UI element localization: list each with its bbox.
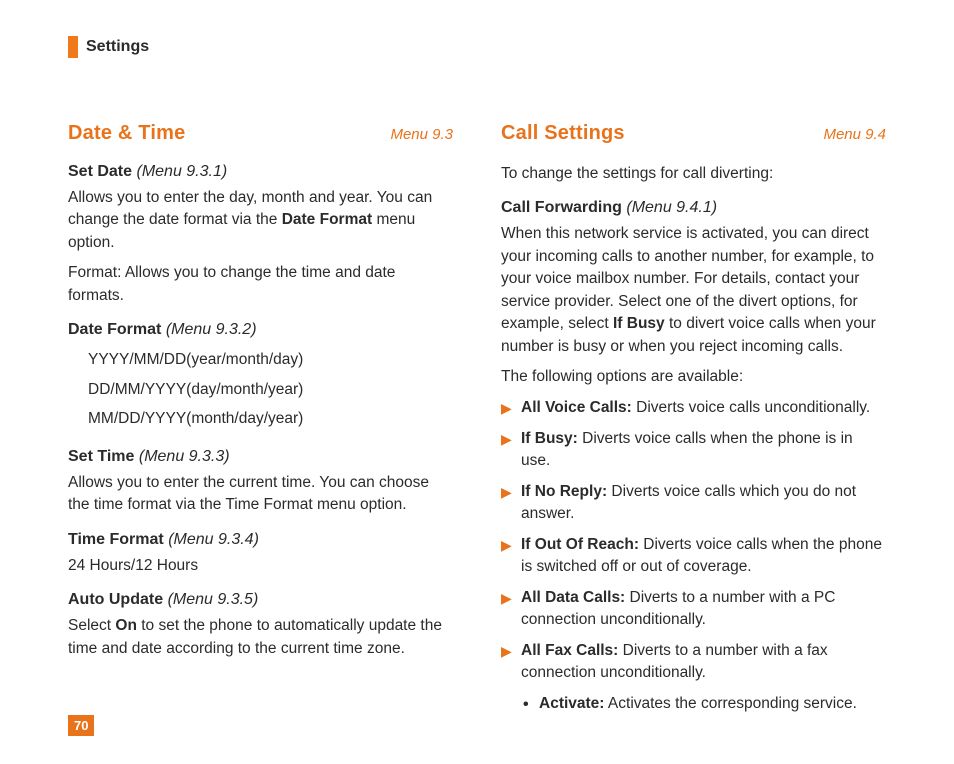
subhead-set-time: Set Time (Menu 9.3.3): [68, 448, 453, 466]
subhead-auto-update: Auto Update (Menu 9.3.5): [68, 591, 453, 609]
list-item: ▶ If Out Of Reach: Diverts voice calls w…: [501, 534, 886, 578]
list-item: ▶ All Voice Calls: Diverts voice calls u…: [501, 397, 886, 419]
section-menu-ref: Menu 9.4: [823, 126, 886, 143]
section-title: Call Settings: [501, 122, 625, 145]
subhead-date-format: Date Format (Menu 9.3.2): [68, 321, 453, 339]
sub-menu: (Menu 9.3.4): [168, 531, 259, 548]
divert-options-list: ▶ All Voice Calls: Diverts voice calls u…: [501, 397, 886, 684]
page-number: 70: [68, 715, 94, 736]
option-label: If No Reply:: [521, 483, 607, 500]
sub-title: Set Date: [68, 163, 132, 180]
paragraph: The following options are available:: [501, 366, 886, 388]
bold-text: Date Format: [282, 211, 372, 228]
list-item: ▶ All Fax Calls: Diverts to a number wit…: [501, 640, 886, 684]
section-menu-ref: Menu 9.3: [390, 126, 453, 143]
arrow-icon: ▶: [501, 399, 512, 419]
section-head-call-settings: Call Settings Menu 9.4: [501, 122, 886, 145]
paragraph: Allows you to enter the day, month and y…: [68, 187, 453, 254]
format-options: YYYY/MM/DD(year/month/day) DD/MM/YYYY(da…: [68, 345, 453, 433]
option-label: If Busy:: [521, 430, 578, 447]
sub-title: Time Format: [68, 531, 164, 548]
sub-menu: (Menu 9.3.2): [166, 321, 257, 338]
option-label: All Voice Calls:: [521, 399, 632, 416]
subhead-call-forwarding: Call Forwarding (Menu 9.4.1): [501, 199, 886, 217]
paragraph: 24 Hours/12 Hours: [68, 555, 453, 577]
option-label: If Out Of Reach:: [521, 536, 639, 553]
list-item: ▶ If Busy: Diverts voice calls when the …: [501, 428, 886, 472]
list-item: ▶ All Data Calls: Diverts to a number wi…: [501, 587, 886, 631]
list-item: ▶ If No Reply: Diverts voice calls which…: [501, 481, 886, 525]
bold-text: If Busy: [613, 315, 665, 332]
right-column: Call Settings Menu 9.4 To change the set…: [501, 122, 886, 715]
sub-menu: (Menu 9.3.5): [168, 591, 259, 608]
sub-title: Call Forwarding: [501, 199, 622, 216]
format-option: YYYY/MM/DD(year/month/day): [88, 345, 453, 374]
arrow-icon: ▶: [501, 483, 512, 503]
section-head-date-time: Date & Time Menu 9.3: [68, 122, 453, 145]
option-desc: Diverts voice calls unconditionally.: [632, 399, 870, 416]
format-option: DD/MM/YYYY(day/month/year): [88, 375, 453, 404]
header-title: Settings: [86, 38, 149, 56]
bullet-icon: •: [523, 694, 529, 717]
paragraph: When this network service is activated, …: [501, 223, 886, 358]
option-label: All Fax Calls:: [521, 642, 618, 659]
sub-menu: (Menu 9.3.3): [139, 448, 230, 465]
arrow-icon: ▶: [501, 642, 512, 662]
section-title: Date & Time: [68, 122, 185, 145]
arrow-icon: ▶: [501, 430, 512, 450]
arrow-icon: ▶: [501, 536, 512, 556]
page-header: Settings: [68, 36, 149, 58]
header-accent-bar: [68, 36, 78, 58]
subhead-set-date: Set Date (Menu 9.3.1): [68, 163, 453, 181]
paragraph: Allows you to enter the current time. Yo…: [68, 472, 453, 517]
content-columns: Date & Time Menu 9.3 Set Date (Menu 9.3.…: [68, 122, 886, 715]
left-column: Date & Time Menu 9.3 Set Date (Menu 9.3.…: [68, 122, 453, 715]
bold-text: On: [115, 617, 137, 634]
sub-title: Auto Update: [68, 591, 163, 608]
format-option: MM/DD/YYYY(month/day/year): [88, 404, 453, 433]
paragraph: Format: Allows you to change the time an…: [68, 262, 453, 307]
text: Select: [68, 617, 115, 634]
sub-menu: (Menu 9.3.1): [136, 163, 227, 180]
paragraph: Select On to set the phone to automatica…: [68, 615, 453, 660]
sub-menu: (Menu 9.4.1): [626, 199, 717, 216]
sub-title: Set Time: [68, 448, 134, 465]
option-label: Activate:: [539, 695, 604, 712]
paragraph: To change the settings for call divertin…: [501, 163, 886, 185]
sub-option-activate: • Activate: Activates the corresponding …: [501, 693, 886, 715]
subhead-time-format: Time Format (Menu 9.3.4): [68, 531, 453, 549]
arrow-icon: ▶: [501, 589, 512, 609]
option-label: All Data Calls:: [521, 589, 625, 606]
option-desc: Activates the corresponding service.: [604, 695, 856, 712]
sub-title: Date Format: [68, 321, 161, 338]
